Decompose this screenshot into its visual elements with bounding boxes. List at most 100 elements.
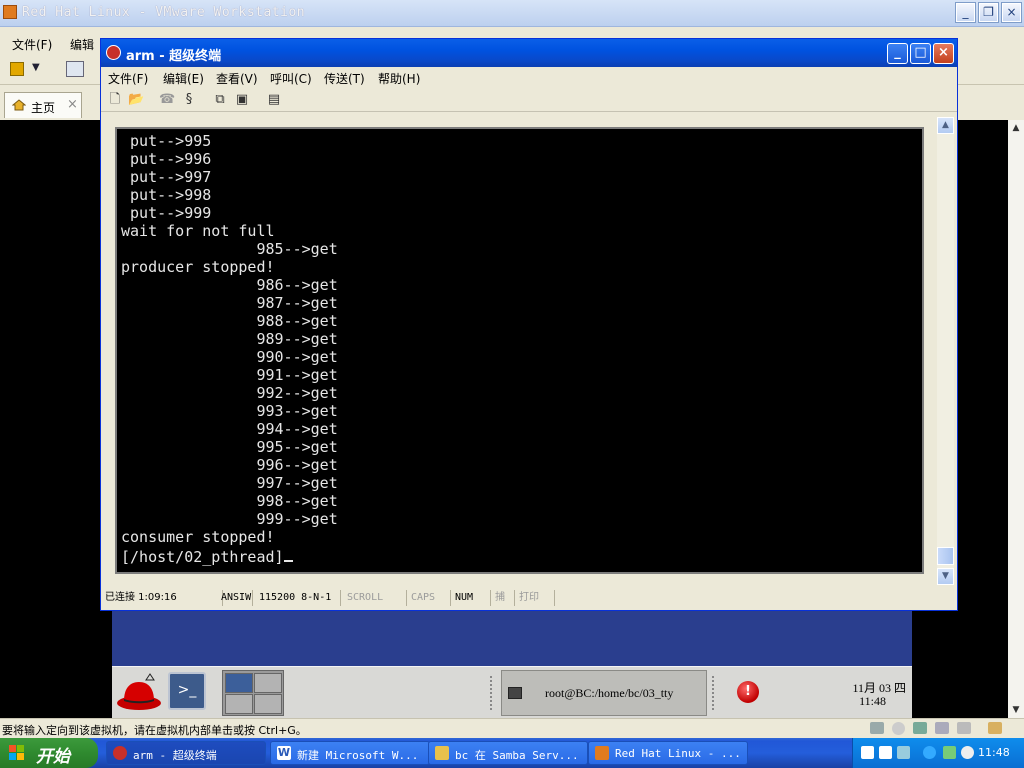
hyperterminal-maximize-button[interactable]: □ [910,43,931,64]
properties-icon[interactable]: ▤ [266,92,282,108]
panel-handle[interactable] [490,676,498,710]
vmware-menu-file[interactable]: 文件(F) [12,36,52,53]
menu-transfer[interactable]: 传送(T) [324,70,365,87]
terminal-line: producer stopped! [121,258,275,276]
tab-home[interactable]: 主页 × [4,92,82,118]
terminal-vertical-scrollbar[interactable]: ▲ ▼ [937,117,954,585]
network-icon[interactable] [913,722,927,734]
taskbar-item-hyperterminal[interactable]: arm - 超级终端 [106,741,266,765]
workspace-2[interactable] [254,673,282,693]
windows-taskbar: 开始 arm - 超级终端 W 新建 Microsoft W... bc 在 S… [0,738,1024,768]
connect-phone-icon[interactable]: ☎ [159,92,175,108]
help-icon[interactable] [879,746,892,759]
menu-file[interactable]: 文件(F) [108,70,148,87]
terminal-line: 988-->get [121,312,338,330]
taskbar-item-word[interactable]: W 新建 Microsoft W... [270,741,430,765]
tab-close-icon[interactable]: × [67,97,78,112]
snapshot-icon[interactable] [66,61,84,77]
hyperterminal-close-button[interactable]: × [933,43,954,64]
terminal-line: put-->995 [121,132,212,150]
menu-call[interactable]: 呼叫(C) [270,70,312,87]
terminal-line: put-->998 [121,186,212,204]
terminal-launcher-icon[interactable]: >_ [168,672,206,710]
menu-edit[interactable]: 编辑(E) [163,70,204,87]
terminal-line: 997-->get [121,474,338,492]
terminal-line: 994-->get [121,420,338,438]
cdrom-icon[interactable] [892,722,905,735]
guest-task-button[interactable]: root@BC:/home/bc/03_tty [501,670,707,716]
word-icon: W [277,746,291,760]
receive-file-icon[interactable]: ▣ [234,92,250,108]
terminal-line: 986-->get [121,276,338,294]
chevron-down-icon[interactable]: ▼ [32,62,40,73]
terminal-screen[interactable]: put-->995 put-->996 put-->997 put-->998 … [115,127,924,574]
hyperterminal-window[interactable]: arm - 超级终端 _ □ × 文件(F) 编辑(E) 查看(V) 呼叫(C)… [100,38,958,611]
terminal-line: wait for not full [121,222,275,240]
floppy-icon[interactable] [957,722,971,734]
hyperterminal-status-bar: 已连接 1:09:16 ANSIW 115200 8-N-1 SCROLL CA… [101,588,957,608]
hyperterminal-title-bar[interactable]: arm - 超级终端 _ □ × [101,39,957,67]
status-num: NUM [451,590,491,606]
guest-clock-time[interactable]: 11:48 [836,694,886,709]
taskbar-item-label: 新建 Microsoft W... [297,749,419,762]
scrollbar-thumb[interactable] [937,547,954,565]
workspace-pager[interactable] [222,670,284,716]
usb-icon[interactable] [935,722,949,734]
open-folder-icon[interactable]: 📂 [128,92,144,108]
qq-icon[interactable] [961,746,974,759]
taskbar-item-vmware[interactable]: Red Hat Linux - ... [588,741,748,765]
taskbar-item-label: bc 在 Samba Serv... [455,749,579,762]
vmware-minimize-button[interactable]: _ [956,3,975,22]
status-capture: 捕 [491,590,515,606]
hyperterminal-minimize-button[interactable]: _ [887,43,908,64]
guest-desktop[interactable] [112,608,912,668]
send-file-icon[interactable]: ⧉ [212,92,228,108]
windows-logo-icon [9,745,24,760]
status-emulation: ANSIW [217,590,253,606]
vmware-title-bar[interactable]: Red Hat Linux - VMware Workstation _ ❐ × [0,0,1024,27]
terminal-line: 985-->get [121,240,338,258]
terminal-line: 987-->get [121,294,338,312]
vmware-restore-button[interactable]: ❐ [979,3,998,22]
message-icon[interactable] [988,722,1002,734]
pause-icon[interactable] [10,62,24,76]
vmware-close-button[interactable]: × [1002,3,1021,22]
redhat-menu-icon[interactable] [114,670,164,714]
folder-icon [435,746,449,760]
taskbar-clock[interactable]: 11:48 [978,746,1010,759]
terminal-line: put-->996 [121,150,212,168]
system-tray: 11:48 [852,738,1024,768]
vmware-menu-edit[interactable]: 编辑 [70,36,94,53]
start-button[interactable]: 开始 [0,738,98,768]
terminal-output: put-->995 put-->996 put-->997 put-->998 … [121,132,338,566]
scroll-up-icon[interactable]: ▲ [1008,120,1024,136]
update-alert-icon[interactable]: ! [737,681,759,703]
panel-handle[interactable] [712,676,720,710]
guest-vertical-scrollbar[interactable]: ▲ ▼ [1008,120,1024,718]
keyboard-icon[interactable] [861,746,874,759]
network-tray-icon[interactable] [923,746,936,759]
terminal-line: 996-->get [121,456,338,474]
terminal-line: 995-->get [121,438,338,456]
menu-help[interactable]: 帮助(H) [378,70,420,87]
workspace-3[interactable] [225,694,253,714]
new-file-icon[interactable]: 🗋 [107,92,123,108]
taskbar-item-samba[interactable]: bc 在 Samba Serv... [428,741,588,765]
scroll-up-icon[interactable]: ▲ [937,117,954,134]
workspace-4[interactable] [254,694,282,714]
disconnect-icon[interactable]: § [181,92,197,108]
terminal-icon [508,687,522,699]
hdd-icon[interactable] [870,722,884,734]
start-label: 开始 [36,747,70,767]
security-icon[interactable] [943,746,956,759]
hyperterminal-toolbar: 🗋 📂 ☎ § ⧉ ▣ ▤ [101,89,957,112]
menu-view[interactable]: 查看(V) [216,70,258,87]
scroll-down-icon[interactable]: ▼ [1008,702,1024,718]
terminal-line: put-->997 [121,168,212,186]
tab-home-label: 主页 [31,101,56,115]
workspace-1[interactable] [225,673,253,693]
ime-icon[interactable] [897,746,910,759]
scroll-down-icon[interactable]: ▼ [937,568,954,585]
status-connected: 已连接 1:09:16 [101,590,223,606]
vmware-status-message: 要将输入定向到该虚拟机，请在虚拟机内部单击或按 Ctrl+G。 [2,724,307,737]
